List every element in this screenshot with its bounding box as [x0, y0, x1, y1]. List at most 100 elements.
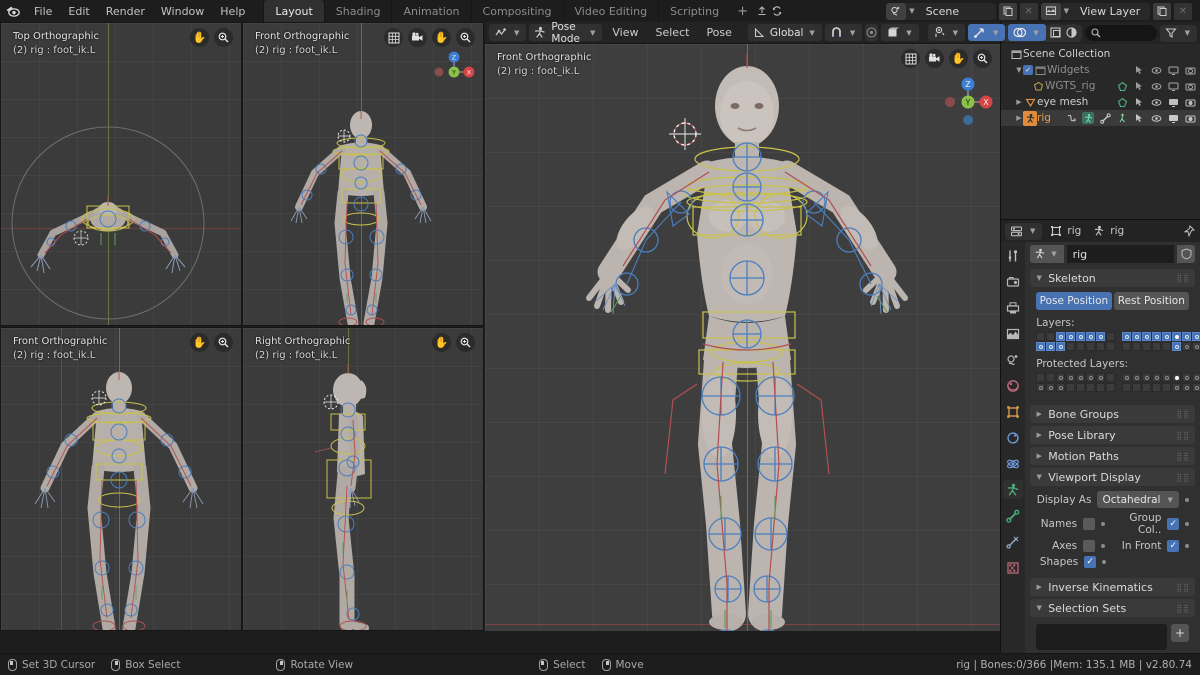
layer-cell[interactable] [1192, 342, 1200, 352]
shading-icon[interactable] [1064, 24, 1078, 41]
menu-edit[interactable]: Edit [60, 3, 97, 20]
protected-layer-cell[interactable] [1086, 373, 1096, 383]
protected-layer-cell[interactable] [1172, 373, 1182, 383]
layer-cell[interactable] [1152, 332, 1162, 342]
protected-layer-cell[interactable] [1122, 373, 1132, 383]
layer-cell[interactable] [1192, 332, 1200, 342]
layer-cell[interactable] [1182, 332, 1192, 342]
panel-header-bone-groups[interactable]: ▶ Bone Groups ⣿⣿ [1030, 405, 1195, 424]
pivot-point-selector[interactable]: ▼ [881, 24, 919, 41]
protected-layer-cell[interactable] [1152, 373, 1162, 383]
layer-cell[interactable] [1056, 332, 1066, 342]
view-layer-tab[interactable] [1003, 324, 1023, 343]
protected-layer-cell[interactable] [1182, 383, 1192, 393]
layer-cell[interactable] [1182, 342, 1192, 352]
outliner-row-rig[interactable]: ▶ rig [1001, 110, 1200, 126]
layer-cell[interactable] [1132, 332, 1142, 342]
protected-layer-cell[interactable] [1106, 373, 1116, 383]
tab-compositing[interactable]: Compositing [470, 0, 563, 22]
menu-render[interactable]: Render [98, 3, 153, 20]
tool-tab[interactable] [1003, 246, 1023, 265]
protected-layer-cell[interactable] [1096, 383, 1106, 393]
main-viewport-canvas[interactable]: Front Orthographic (2) rig : foot_ik.L ✋ [485, 44, 1000, 631]
zoom-icon[interactable] [456, 332, 475, 352]
unlink-scene-button[interactable]: ✕ [1019, 2, 1038, 20]
physics-tab[interactable] [1003, 454, 1023, 473]
gizmo-selector[interactable]: ▼ [967, 24, 1006, 41]
armature-name-field[interactable]: rig [1066, 245, 1174, 264]
camera-icon[interactable] [1184, 96, 1196, 108]
scene-name-field[interactable]: Scene [917, 2, 996, 20]
protected-layer-cell[interactable] [1182, 373, 1192, 383]
layer-cell[interactable] [1106, 342, 1116, 352]
rest-position-button[interactable]: Rest Position [1113, 292, 1190, 311]
layer-cell[interactable] [1076, 332, 1086, 342]
protected-layer-cell[interactable] [1086, 383, 1096, 393]
layer-cell[interactable] [1122, 342, 1132, 352]
zoom-icon[interactable] [214, 332, 233, 352]
protected-layer-cell[interactable] [1046, 383, 1056, 393]
animate-property-dot[interactable] [1185, 522, 1189, 527]
breadcrumb-object-label[interactable]: rig [1067, 225, 1081, 237]
new-scene-button[interactable] [998, 2, 1017, 20]
add-workspace-button[interactable]: + [730, 2, 755, 21]
bone-icon[interactable] [1099, 112, 1111, 124]
panel-header-pose-library[interactable]: ▶ Pose Library ⣿⣿ [1030, 426, 1195, 445]
armature-datablock-selector[interactable]: ▼ [1030, 245, 1064, 264]
viewport-front-orthographic-top[interactable]: Front Orthographic (2) rig : foot_ik.L ✋ [242, 22, 484, 326]
menu-view[interactable]: View [605, 24, 645, 41]
protected-layer-cell[interactable] [1192, 373, 1200, 383]
protected-layer-cell[interactable] [1076, 373, 1086, 383]
screen-icon[interactable] [1167, 112, 1179, 124]
screen-icon[interactable] [1167, 96, 1179, 108]
add-selection-set-button[interactable]: + [1171, 624, 1189, 643]
protected-layer-cell[interactable] [1056, 373, 1066, 383]
display-as-dropdown[interactable]: Octahedral ▼ [1097, 491, 1180, 509]
zoom-icon[interactable] [214, 28, 233, 47]
camera-icon[interactable] [1184, 80, 1196, 92]
layer-cell[interactable] [1056, 342, 1066, 352]
bone-constraint-tab[interactable] [1003, 532, 1023, 551]
viewport-front-orthographic-bottom[interactable]: Front Orthographic (2) rig : foot_ik.L ✋ [0, 326, 242, 631]
panel-header-selection-sets[interactable]: ▼ Selection Sets ⣿⣿ [1030, 599, 1195, 618]
disclosure-triangle-icon[interactable]: ▼ [1015, 66, 1023, 74]
in-front-checkbox[interactable]: ✓ [1167, 540, 1180, 553]
remove-view-layer-button[interactable]: ✕ [1174, 2, 1192, 20]
protected-layer-cell[interactable] [1066, 373, 1076, 383]
breadcrumb-data-label[interactable]: rig [1110, 225, 1124, 237]
protected-layer-cell[interactable] [1142, 383, 1152, 393]
snap-selector[interactable]: ▼ [824, 24, 863, 41]
panel-header-viewport-display[interactable]: ▼ Viewport Display ⣿⣿ [1030, 468, 1195, 487]
screen-icon[interactable] [1167, 64, 1179, 76]
camera-icon[interactable] [1184, 64, 1196, 76]
disclosure-triangle-icon[interactable]: ▶ [1015, 98, 1023, 106]
protected-layer-cell[interactable] [1046, 373, 1056, 383]
protected-layer-cell[interactable] [1096, 373, 1106, 383]
protected-layer-cell[interactable] [1162, 373, 1172, 383]
blender-logo-icon[interactable] [4, 2, 22, 20]
eye-icon[interactable] [1150, 80, 1162, 92]
outliner-search-box[interactable] [1084, 25, 1157, 41]
world-tab[interactable] [1003, 376, 1023, 395]
viewport-top-orthographic[interactable]: Top Orthographic (2) rig : foot_ik.L ✋ [0, 22, 242, 326]
xray-icon[interactable] [1048, 24, 1062, 41]
eye-icon[interactable] [1150, 96, 1162, 108]
fake-user-icon[interactable] [1177, 245, 1195, 264]
panel-header-inverse-kinematics[interactable]: ▶ Inverse Kinematics ⣿⣿ [1030, 578, 1195, 597]
menu-pose[interactable]: Pose [699, 24, 738, 41]
layer-cell-active[interactable] [1172, 332, 1182, 342]
cursor-icon[interactable] [1133, 112, 1145, 124]
mesh-green-icon[interactable] [1116, 80, 1128, 92]
eye-icon[interactable] [1150, 64, 1162, 76]
armature-data-icon[interactable] [1082, 112, 1094, 124]
pose-icon[interactable] [1116, 112, 1128, 124]
refresh-icon[interactable] [770, 4, 785, 19]
protected-layer-cell[interactable] [1192, 383, 1200, 393]
protected-layer-cell[interactable] [1056, 383, 1066, 393]
menu-select[interactable]: Select [649, 24, 697, 41]
tab-shading[interactable]: Shading [323, 0, 392, 22]
grid-icon[interactable] [384, 28, 403, 47]
panel-header-motion-paths[interactable]: ▶ Motion Paths ⣿⣿ [1030, 447, 1195, 466]
camera-icon[interactable] [925, 49, 944, 68]
render-tab[interactable] [1003, 272, 1023, 291]
